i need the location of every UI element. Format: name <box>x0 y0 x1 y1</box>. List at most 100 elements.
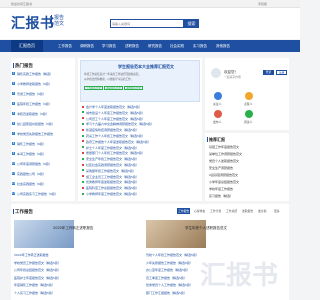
hot-report-link[interactable]: 车间工作报告（9篇） <box>17 152 46 156</box>
card-image-2[interactable] <box>146 220 206 248</box>
recommended-link[interactable]: X县基层调研报告范文 <box>209 173 238 177</box>
nav-item[interactable]: 研究报告 <box>148 40 162 52</box>
work-report-link[interactable]: 办公室年度工作报告（精选5篇） <box>146 268 190 272</box>
banner-button[interactable]: 述职报告范文 <box>124 86 144 90</box>
work-report-link[interactable]: 少年先锋报告工作报告（精选5篇） <box>146 261 193 265</box>
banner-button[interactable]: 工作报告范文 <box>84 86 104 90</box>
hot-report-link[interactable]: 公司年度调研报告（9篇） <box>17 162 52 166</box>
recommended-link[interactable]: 党员个人述职报告范文 <box>209 159 239 163</box>
work-report-link[interactable]: 年度销售工作报告（精选5篇） <box>14 283 55 287</box>
nav-item[interactable]: 学习报告 <box>102 40 116 52</box>
register-button[interactable]: 注册 <box>276 70 287 75</box>
tab-item[interactable]: 发言稿 <box>257 208 267 214</box>
recommended-link[interactable]: 安全生产调研报告 <box>209 166 233 170</box>
card-title-1[interactable]: 2020年工作转正述职报告 <box>53 226 93 231</box>
article-link[interactable]: 护士个人年度工作报告范文（精选5篇） <box>86 146 139 150</box>
hot-report-link[interactable]: 销售实践工作报告（精选） <box>17 72 53 76</box>
banner-text: 年终工作总结是对一年来的工作进行回顾和总结， <box>84 73 142 76</box>
article-link[interactable]: 会计学个人年度述职报告范文（精选5篇） <box>86 105 142 109</box>
article-link[interactable]: 药房工作个人年终工作报告范文（精选5篇） <box>86 134 145 138</box>
tab-item[interactable]: 心得体会 <box>193 208 206 214</box>
work-report-link[interactable]: 部门工作汇报报告（精选5篇） <box>146 291 187 295</box>
stat-label: 发布人 <box>213 120 222 124</box>
hot-report-link[interactable]: 幼儿园家园共建报告（9篇） <box>17 122 55 126</box>
work-report-link[interactable]: 公司年终总结报告范文（精选5篇） <box>14 268 61 272</box>
hot-report-link[interactable]: 学校党员先锋报告工作报告 <box>17 132 53 136</box>
article-link[interactable]: 小学教师年度工作报告范文（精选5篇） <box>86 192 139 196</box>
nav-item[interactable]: 述职报告 <box>125 40 139 52</box>
work-report-link[interactable]: 2020年工作转正述职报告 <box>14 253 49 257</box>
mobile-version-link[interactable]: 手机版 <box>258 2 267 6</box>
tab-item[interactable]: 工作总结 <box>225 208 238 214</box>
list-marker-icon <box>82 117 84 120</box>
article-link[interactable]: 社区社会实践调研报告范文（精选5篇） <box>86 163 139 167</box>
article-link[interactable]: 学习十九届六中全会精神调研报告范文（精选5篇） <box>86 122 154 126</box>
hot-report-link[interactable]: 社会实践报告（9篇） <box>17 182 46 186</box>
nav-home[interactable]: 汇报首页 <box>11 40 43 52</box>
nav-item[interactable]: 实习报告 <box>193 40 207 52</box>
hot-report-link[interactable]: 公司实践实习工作报告（9篇） <box>17 192 58 196</box>
nav-item[interactable]: 社会实践 <box>170 40 184 52</box>
recommended-link[interactable]: 学校年度工作报告 <box>209 187 233 191</box>
tab-item[interactable]: 工作报告 <box>177 208 191 214</box>
list-marker-icon <box>82 192 84 195</box>
work-report-link[interactable]: 员工季度工作报告（精选5篇） <box>146 276 187 280</box>
article-link[interactable]: 施工企业员工工作报告范文（精选5篇） <box>86 175 139 179</box>
recommended-link[interactable]: 某单位工作调研报告范文 <box>209 152 242 156</box>
tab-item[interactable]: 述职报告 <box>241 208 254 214</box>
read-icon[interactable] <box>245 110 253 118</box>
article-link[interactable]: 优秀教师年度述职报告范文（精选5篇） <box>86 180 139 184</box>
rank-badge: 11 <box>12 172 15 175</box>
nav-item[interactable]: 调研报告 <box>80 40 94 52</box>
list-marker-icon <box>82 152 84 154</box>
article-link[interactable]: 医院科室工作总结报告范文（精选5篇） <box>86 186 139 190</box>
nav-item[interactable]: 工作报告 <box>58 40 72 52</box>
publish-icon[interactable] <box>214 110 222 118</box>
article-link[interactable]: 公司员工个人年度工作报告范文（精选5篇） <box>86 117 145 121</box>
work-report-link[interactable]: 学校党员工作报告范文（精选5篇） <box>14 261 61 265</box>
follow-icon[interactable] <box>214 92 222 100</box>
work-report-title: 工作报告 <box>15 210 33 215</box>
search-button[interactable]: 搜索 <box>184 19 199 28</box>
article-link[interactable]: 采购部年终工作报告范文（精选5篇） <box>86 169 136 173</box>
work-report-link[interactable]: 驾校个人年终工作报告范文（精选5篇） <box>146 253 199 257</box>
like-icon[interactable] <box>245 92 253 100</box>
hot-report-link[interactable]: 销售工作报告（9篇） <box>17 142 46 146</box>
rank-badge: 8 <box>12 142 15 145</box>
rank-badge: 7 <box>12 132 15 135</box>
article-link[interactable]: 新冠疫情防控调研报告范文（精选5篇） <box>86 128 139 132</box>
article-link[interactable]: 质量部门个人年终工作报告范文（精选5篇） <box>86 151 145 155</box>
banner-text: 从中找出经验教训，以便指导今后的工作。 <box>84 78 134 81</box>
article-link[interactable]: 政府工作报告个人年度述职报告范文（精选5篇） <box>86 140 151 144</box>
recommended-link[interactable]: 实习报告（精选） <box>209 194 233 198</box>
hot-report-link[interactable]: 普通工作报告（9篇） <box>17 92 46 96</box>
site-logo-subtitle: 报告范文 <box>51 15 65 27</box>
hot-report-link[interactable]: 医院年终工作报告（9篇） <box>17 102 52 106</box>
article-link[interactable]: 安全生产年终工作报告范文（精选5篇） <box>86 157 139 161</box>
work-report-link[interactable]: 个人实习工作报告（精选5篇） <box>14 291 55 295</box>
hot-reports-panel <box>11 58 75 201</box>
site-logo[interactable]: 汇报书 <box>11 13 55 33</box>
search-input[interactable] <box>112 21 162 26</box>
recommended-link[interactable]: 基层工作年度报告范文 <box>209 145 239 149</box>
banner-button[interactable]: 调研报告范文 <box>104 86 124 90</box>
watermark: 汇报书 <box>200 261 279 291</box>
work-report-link[interactable]: 医院护士年度报告范文（精选5篇） <box>14 276 61 280</box>
login-button[interactable]: 登录 <box>263 70 274 75</box>
user-welcome: 一起来写作吧 <box>224 75 241 79</box>
recommended-link[interactable]: 小学年度总结报告范文 <box>209 180 239 184</box>
tab-item[interactable]: 工作计划 <box>209 208 222 214</box>
list-marker-icon <box>82 169 84 172</box>
card-title-2[interactable]: 学生年底个人述职报告范文 <box>185 226 227 231</box>
recommended-title: 推荐汇报 <box>209 137 225 142</box>
nav-item[interactable]: 其他报告 <box>216 40 230 52</box>
hot-report-link[interactable]: 实践报告公司（9篇） <box>17 172 46 176</box>
card-image-1[interactable] <box>14 220 74 248</box>
work-report-link[interactable]: 优秀党员个人工作报告（精选5篇） <box>146 283 193 287</box>
hot-report-link[interactable]: 考核员述职报告（9篇） <box>17 112 49 116</box>
list-marker-icon <box>82 157 84 160</box>
rank-badge: 6 <box>12 122 15 125</box>
article-link[interactable]: 城市建设个人年度工作报告范文（精选5篇） <box>86 111 145 115</box>
tab-item[interactable]: 更多 <box>273 208 281 214</box>
hot-report-link[interactable]: 小学教师述职报告（9篇） <box>17 82 52 86</box>
